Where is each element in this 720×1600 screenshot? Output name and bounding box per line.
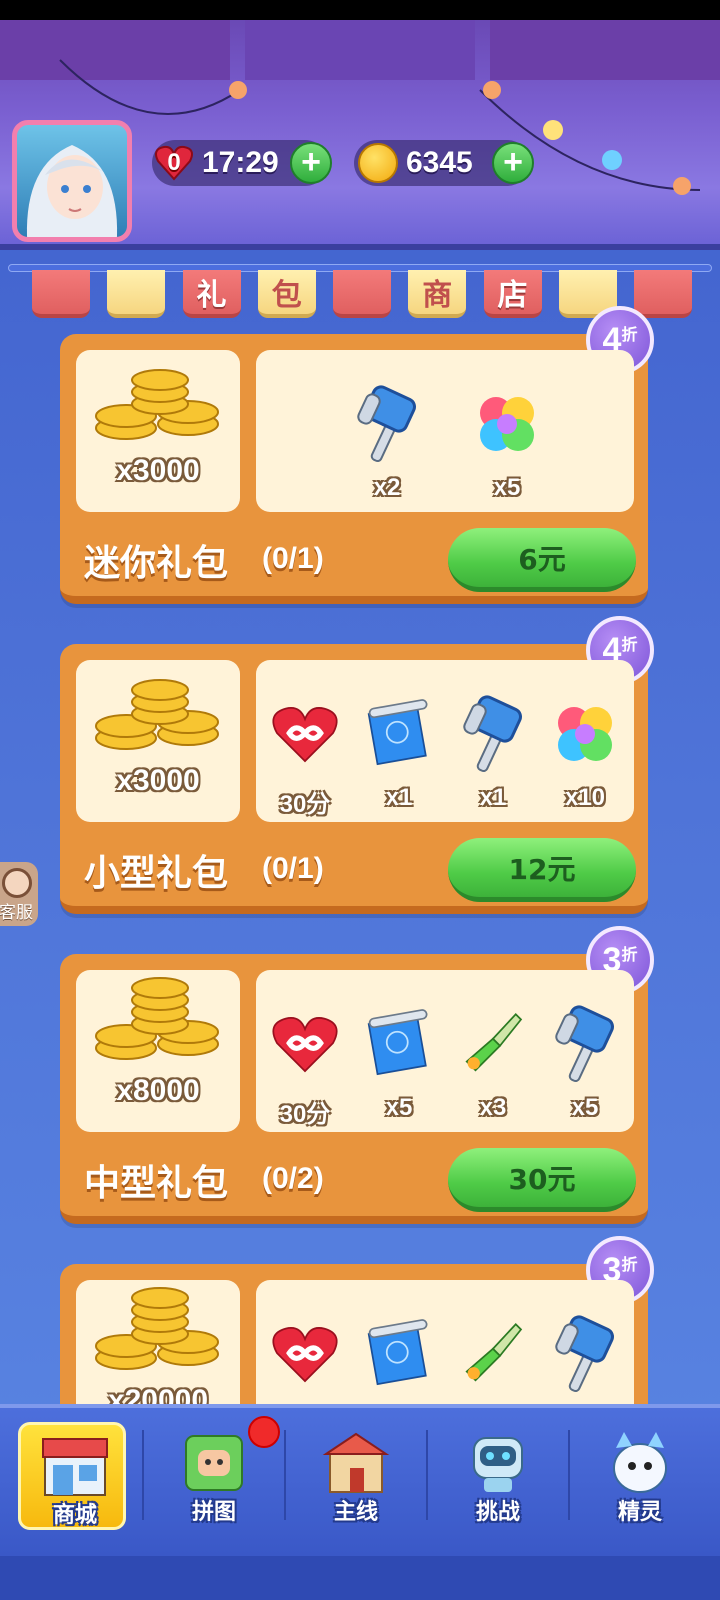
buy-button[interactable]: 30元 bbox=[448, 1148, 636, 1212]
rainbow-clover-icon bbox=[550, 694, 620, 774]
nav-main-story[interactable]: 主线 bbox=[302, 1422, 410, 1530]
coin-stack-icon bbox=[95, 369, 219, 440]
reward-item: 30分 bbox=[260, 994, 350, 1128]
pennant: 包 bbox=[257, 270, 316, 318]
nav-bottom-strip bbox=[0, 1556, 720, 1600]
pack-title: 中型礼包 bbox=[84, 1163, 229, 1204]
blueprint-scroll-icon bbox=[364, 1004, 434, 1084]
energy-count: 0 bbox=[167, 149, 181, 176]
spirit-icon bbox=[613, 1432, 667, 1493]
nav-shop[interactable]: 商城 bbox=[18, 1422, 126, 1530]
coin-stack-icon bbox=[95, 679, 219, 750]
pennant: 商 bbox=[408, 270, 467, 318]
coin-stack-icon bbox=[95, 977, 219, 1060]
shop-icon bbox=[42, 1438, 108, 1496]
hammer-icon bbox=[550, 1004, 620, 1084]
reward-item: x5 bbox=[354, 994, 444, 1124]
pack-limit: (0/1) bbox=[262, 852, 324, 885]
hammer-icon bbox=[458, 694, 528, 774]
pack-title: 小型礼包 bbox=[84, 853, 229, 894]
infinite-heart-icon bbox=[270, 1314, 340, 1394]
green-shears-icon bbox=[458, 1004, 528, 1084]
gift-pack-medium: 3折 x8000 30分 x5 x3 x5 中型礼包 (0/2) 30元 bbox=[60, 926, 654, 1224]
coin-reward: x3000 bbox=[76, 660, 240, 822]
energy-heart-icon: 0 bbox=[154, 143, 194, 183]
support-label: 客服 bbox=[0, 903, 33, 923]
buy-button[interactable]: 12元 bbox=[448, 838, 636, 902]
pack-limit: (0/1) bbox=[262, 542, 324, 575]
buy-button[interactable]: 6元 bbox=[448, 528, 636, 592]
challenge-robot-icon bbox=[473, 1437, 523, 1492]
pennant bbox=[333, 270, 391, 318]
reward-item: x1 bbox=[448, 684, 538, 814]
shop-banner: 礼 包 商 店 bbox=[32, 270, 692, 320]
reward-item: x5 bbox=[540, 994, 630, 1124]
pennant bbox=[634, 270, 692, 318]
main-story-icon bbox=[322, 1432, 390, 1493]
item-rewards: 30分 x1 x1 x10 bbox=[256, 660, 634, 822]
status-bar bbox=[0, 0, 720, 20]
avatar-portrait bbox=[26, 145, 118, 237]
coin-amount: 6345 bbox=[406, 146, 473, 179]
reward-item: x2 bbox=[342, 374, 432, 504]
pennant: 店 bbox=[483, 270, 542, 318]
reward-item: 30分 bbox=[260, 684, 350, 818]
blueprint-scroll-icon bbox=[364, 694, 434, 774]
rainbow-clover-icon bbox=[472, 384, 542, 464]
pennant bbox=[32, 270, 90, 318]
energy-counter: 0 17:29 + bbox=[152, 140, 332, 186]
coin-icon bbox=[358, 143, 398, 183]
notification-dot bbox=[248, 1416, 280, 1448]
gift-pack-mini: 4折 x3000 x2 x5 迷你礼包 (0/1) 6元 bbox=[60, 306, 654, 604]
energy-timer: 17:29 bbox=[202, 146, 279, 179]
customer-support-button[interactable]: 客服 bbox=[0, 862, 38, 926]
coin-reward-amount: x3000 bbox=[116, 454, 200, 487]
header: 0 17:29 + 6345 + bbox=[0, 20, 720, 250]
coin-reward-amount: x8000 bbox=[116, 1074, 200, 1107]
pennant: 礼 bbox=[182, 270, 241, 318]
add-coins-button[interactable]: + bbox=[492, 142, 534, 184]
reward-item: x5 bbox=[462, 374, 552, 504]
bottom-nav: 商城 拼图 主线 挑战 精灵 bbox=[0, 1404, 720, 1600]
hammer-icon bbox=[352, 384, 422, 464]
gift-pack-small: 4折 x3000 30分 x1 x1 x10 小型礼包 (0/1) 12元 bbox=[60, 616, 654, 914]
pack-title: 迷你礼包 bbox=[84, 543, 229, 584]
pack-limit: (0/2) bbox=[262, 1162, 324, 1195]
pennant bbox=[107, 270, 166, 318]
green-shears-icon bbox=[458, 1314, 528, 1394]
item-rewards: x2 x5 bbox=[256, 350, 634, 512]
coin-counter: 6345 + bbox=[354, 140, 534, 186]
item-rewards: 30分 x5 x3 x5 bbox=[256, 970, 634, 1132]
reward-item: x1 bbox=[354, 684, 444, 814]
nav-spirit[interactable]: 精灵 bbox=[586, 1422, 694, 1530]
coin-reward-amount: x3000 bbox=[116, 764, 200, 797]
hammer-icon bbox=[550, 1314, 620, 1394]
infinite-heart-icon bbox=[270, 1004, 340, 1084]
add-energy-button[interactable]: + bbox=[290, 142, 332, 184]
coin-reward: x8000 bbox=[76, 970, 240, 1132]
blueprint-scroll-icon bbox=[364, 1314, 434, 1394]
coin-stack-icon bbox=[95, 1287, 219, 1370]
infinite-heart-icon bbox=[270, 694, 340, 774]
reward-item: x3 bbox=[448, 994, 538, 1124]
support-agent-icon bbox=[2, 868, 32, 898]
reward-item: x10 bbox=[540, 684, 630, 814]
puzzle-icon bbox=[185, 1435, 243, 1491]
coin-reward: x3000 bbox=[76, 350, 240, 512]
player-avatar[interactable] bbox=[12, 120, 132, 242]
nav-challenge[interactable]: 挑战 bbox=[444, 1422, 552, 1530]
